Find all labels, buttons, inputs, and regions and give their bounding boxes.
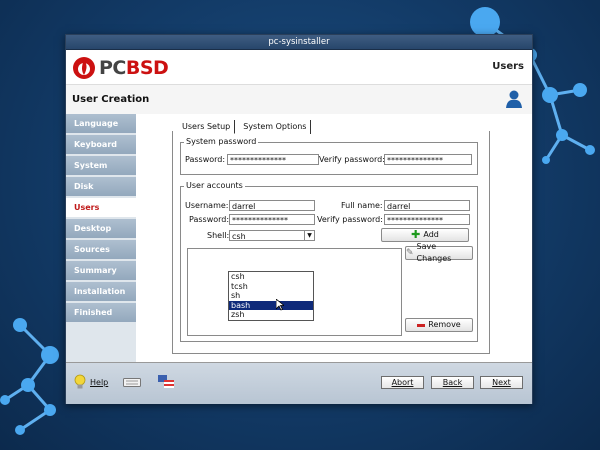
page-name: Users — [492, 61, 524, 72]
root-verify-password-label: Verify password: — [319, 155, 385, 164]
language-flag-icon[interactable] — [158, 375, 174, 389]
fullname-field[interactable]: darrel — [384, 200, 470, 211]
back-button[interactable]: Back — [431, 376, 474, 389]
pencil-icon: ✎ — [406, 248, 414, 258]
shell-option-bash[interactable]: bash — [229, 300, 313, 310]
shell-select[interactable]: csh ▼ — [229, 230, 315, 241]
sidebar-item-desktop[interactable]: Desktop — [66, 219, 136, 238]
help-button[interactable]: Help — [74, 374, 108, 390]
shell-option-zsh[interactable]: zsh — [229, 310, 313, 320]
shell-option-sh[interactable]: sh — [229, 291, 313, 301]
shell-option-tcsh[interactable]: tcsh — [229, 282, 313, 292]
add-button-label: Add — [423, 230, 439, 239]
user-password-field[interactable]: ************** — [229, 214, 315, 225]
sidebar-item-system[interactable]: System — [66, 156, 136, 175]
user-password-label: Password: — [189, 215, 230, 224]
lightbulb-icon — [74, 374, 86, 389]
shell-label: Shell: — [207, 231, 230, 240]
system-password-group: System password Password: **************… — [180, 137, 478, 175]
save-button-label: Save Changes — [416, 242, 452, 263]
remove-user-button[interactable]: Remove — [405, 318, 473, 332]
user-verify-password-field[interactable]: ************** — [384, 214, 470, 225]
root-verify-password-field[interactable]: ************** — [384, 154, 472, 165]
footer-bar: Help Abort Back Next — [66, 362, 532, 404]
username-label: Username: — [185, 201, 229, 210]
header-bar: PCBSD Users — [66, 50, 532, 85]
root-password-label: Password: — [185, 155, 226, 164]
shell-select-value: csh — [232, 232, 246, 241]
pcbsd-logo: PCBSD — [72, 56, 169, 80]
system-password-legend: System password — [184, 137, 259, 146]
shell-option-csh[interactable]: csh — [229, 272, 313, 282]
flame-logo-icon — [73, 57, 95, 79]
add-user-button[interactable]: ✚ Add — [381, 228, 469, 242]
user-accounts-group: User accounts Username: darrel Full name… — [180, 181, 478, 342]
installer-window: pc-sysinstaller PCBSD Users User Creatio… — [65, 34, 533, 404]
sidebar: Language Keyboard System Disk Users Desk… — [66, 114, 136, 362]
sidebar-item-disk[interactable]: Disk — [66, 177, 136, 196]
mouse-cursor-icon — [276, 299, 284, 311]
abort-label: Abort — [391, 378, 414, 387]
abort-button[interactable]: Abort — [381, 376, 424, 389]
shell-dropdown-list[interactable]: csh tcsh sh bash zsh — [228, 271, 314, 321]
minus-icon — [417, 323, 426, 327]
sidebar-item-language[interactable]: Language — [66, 114, 136, 133]
sidebar-item-installation[interactable]: Installation — [66, 282, 136, 301]
logo-text-bsd: BSD — [125, 57, 169, 79]
sidebar-item-sources[interactable]: Sources — [66, 240, 136, 259]
root-password-field[interactable]: ************** — [227, 154, 319, 165]
chevron-down-icon: ▼ — [304, 231, 314, 240]
next-label: Next — [492, 378, 511, 387]
plus-icon: ✚ — [411, 228, 421, 241]
fullname-label: Full name: — [341, 201, 383, 210]
sidebar-item-keyboard[interactable]: Keyboard — [66, 135, 136, 154]
content-area: Users Setup System Options System passwo… — [136, 114, 532, 362]
sidebar-item-finished[interactable]: Finished — [66, 303, 136, 322]
user-verify-password-label: Verify password: — [317, 215, 383, 224]
username-field[interactable]: darrel — [229, 200, 315, 211]
user-accounts-legend: User accounts — [184, 181, 245, 190]
user-icon — [506, 90, 522, 108]
next-button[interactable]: Next — [480, 376, 523, 389]
subheader-bar: User Creation — [66, 85, 532, 116]
page-title: User Creation — [72, 94, 150, 105]
back-label: Back — [442, 378, 463, 387]
logo-text-pc: PC — [99, 57, 126, 79]
sidebar-item-users[interactable]: Users — [66, 198, 136, 217]
window-title: pc-sysinstaller — [66, 35, 532, 50]
save-changes-button[interactable]: ✎ Save Changes — [405, 242, 473, 263]
sidebar-item-summary[interactable]: Summary — [66, 261, 136, 280]
remove-button-label: Remove — [428, 320, 461, 329]
keyboard-icon[interactable] — [123, 378, 141, 387]
help-label: Help — [90, 377, 109, 387]
